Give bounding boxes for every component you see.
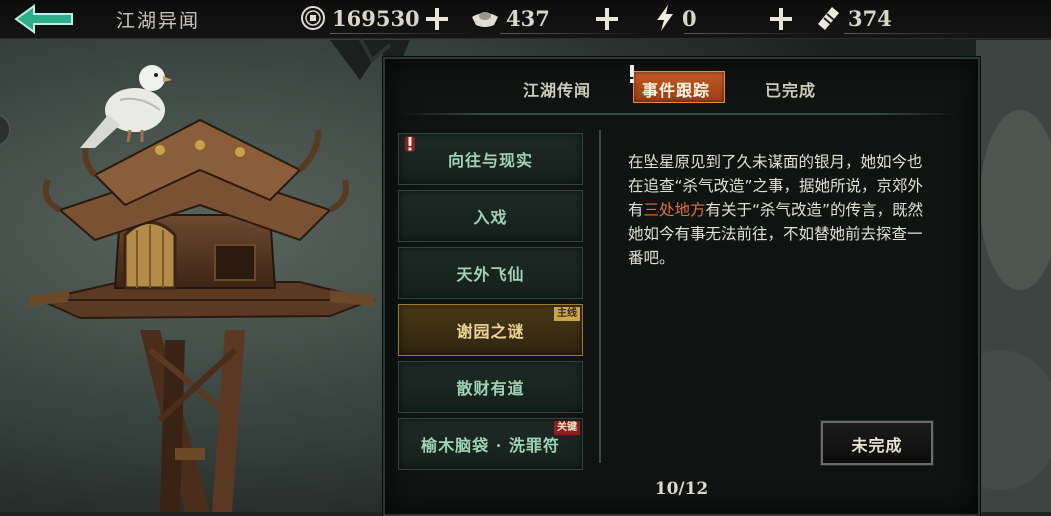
quest-item-ruxi[interactable]: 入戏 — [398, 190, 583, 242]
status-button-label: 未完成 — [851, 436, 903, 455]
ticket-counter: 374 — [814, 3, 994, 34]
quest-label: 榆木脑袋 · 洗罪符 — [421, 436, 560, 455]
tab-rumors[interactable]: 江湖传闻 — [523, 77, 591, 101]
ticket-underline — [844, 33, 994, 34]
back-button[interactable] — [12, 4, 78, 34]
page-title: 江湖异闻 — [116, 10, 201, 32]
silver-ingot-icon — [472, 12, 498, 27]
status-button[interactable]: 未完成 — [820, 420, 934, 466]
quest-label: 入戏 — [473, 208, 508, 227]
key-quest-badge: 关键 — [554, 421, 580, 435]
quest-label: 谢园之谜 — [456, 322, 525, 341]
lightning-icon — [657, 5, 673, 31]
quest-item-xieyuan-mystery[interactable]: 谢园之谜 主线 — [398, 304, 583, 356]
ticket-value: 374 — [848, 5, 892, 31]
coin-value: 169530 — [332, 5, 420, 31]
quest-label: 散财有道 — [456, 379, 525, 398]
top-bar: 江湖异闻 169530 437 0 374 — [0, 0, 1051, 39]
energy-underline — [684, 33, 834, 34]
quest-alert-icon — [405, 136, 415, 152]
coin-underline — [330, 33, 480, 34]
silver-underline — [500, 33, 650, 34]
quest-item-tianwai-feixian[interactable]: 天外飞仙 — [398, 247, 583, 299]
quest-item-sancai-youdao[interactable]: 散财有道 — [398, 361, 583, 413]
add-energy-button[interactable] — [768, 6, 794, 32]
coin-counter: 169530 — [300, 3, 480, 34]
tab-event-tracking[interactable]: 事件跟踪 — [642, 77, 710, 101]
energy-counter: 0 — [654, 3, 834, 34]
main-quest-badge: 主线 — [554, 307, 580, 321]
page-indicator: 10/12 — [654, 479, 709, 499]
tab-alert-icon — [630, 65, 634, 83]
quest-description: 在坠星原见到了久未谋面的银月，她如今也在追查“杀气改造”之事，据她所说，京郊外有… — [628, 150, 933, 270]
add-coin-button[interactable] — [424, 6, 450, 32]
list-divider — [599, 130, 601, 463]
coin-icon — [301, 6, 325, 30]
add-silver-button[interactable] — [594, 6, 620, 32]
quest-label: 向往与现实 — [447, 151, 533, 170]
quest-item-yumu-naodai[interactable]: 榆木脑袋 · 洗罪符 关键 — [398, 418, 583, 470]
tab-completed[interactable]: 已完成 — [765, 77, 816, 101]
quest-label: 天外飞仙 — [456, 265, 525, 284]
description-highlight: 三处地方 — [643, 201, 706, 219]
back-arrow-icon — [14, 4, 73, 34]
event-panel: 江湖传闻 事件跟踪 已完成 向往与现实 入戏 天外飞仙 谢园之谜 主线 散财有道… — [383, 57, 980, 516]
silver-counter: 437 — [470, 3, 650, 34]
quest-item-yearning-reality[interactable]: 向往与现实 — [398, 133, 583, 185]
ticket-icon — [818, 7, 839, 30]
energy-value: 0 — [682, 5, 697, 31]
silver-value: 437 — [506, 5, 550, 31]
tab-divider — [399, 113, 959, 115]
